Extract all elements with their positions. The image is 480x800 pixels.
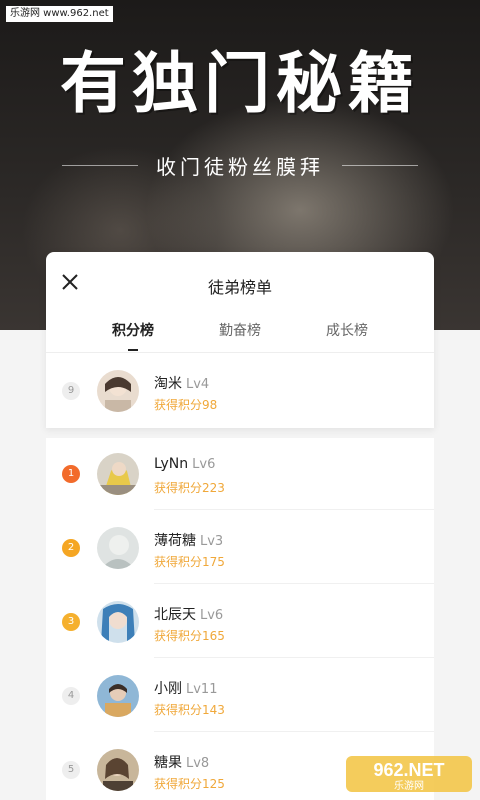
logo-subtext: 乐游网 (394, 779, 424, 792)
rank-badge: 9 (62, 382, 80, 400)
leaderboard-list: 1 LyNn Lv6 获得积分223 2 薄荷糖 Lv3 获得积分175 3 北… (46, 438, 434, 800)
user-score: 获得积分125 (154, 777, 225, 791)
hero-subtitle-row: 收门徒粉丝膜拜 (0, 148, 480, 182)
user-name-line: 北辰天 Lv6 (154, 604, 223, 624)
hero-title: 有独门秘籍 (60, 44, 420, 122)
panel-title: 徒弟榜单 (207, 278, 272, 297)
tab-bar: 积分榜 勤奋榜 成长榜 (46, 312, 434, 352)
list-item[interactable]: 1 LyNn Lv6 获得积分223 (46, 438, 434, 510)
user-name: LyNn (154, 456, 189, 472)
divider-line-left (62, 164, 138, 166)
rank-badge: 3 (62, 613, 80, 631)
user-name: 糖果 (154, 755, 182, 771)
tab-growth[interactable]: 成长榜 (302, 320, 392, 340)
user-score: 获得积分223 (154, 481, 225, 495)
user-name: 淘米 (154, 376, 182, 392)
rank-badge: 1 (62, 465, 80, 483)
user-score: 获得积分165 (154, 629, 225, 643)
panel-header: 徒弟榜单 (46, 252, 434, 312)
list-item[interactable]: 4 小刚 Lv11 获得积分143 (46, 658, 434, 732)
tab-diligence[interactable]: 勤奋榜 (195, 320, 285, 340)
user-level: Lv6 (200, 608, 224, 623)
avatar (97, 370, 139, 412)
user-name: 小刚 (154, 681, 182, 697)
user-name-line: 薄荷糖 Lv3 (154, 530, 223, 550)
avatar (97, 527, 139, 569)
user-level: Lv11 (186, 682, 218, 697)
rank-badge: 2 (62, 539, 80, 557)
site-watermark: 乐游网 www.962.net (6, 6, 113, 22)
user-name-line: 淘米 Lv4 (154, 373, 209, 393)
user-level: Lv3 (200, 534, 224, 549)
user-name-line: 糖果 Lv8 (154, 752, 209, 772)
user-name-line: 小刚 Lv11 (154, 678, 217, 698)
active-tab-indicator (128, 349, 138, 351)
user-score: 获得积分175 (154, 555, 225, 569)
user-name-line: LyNn Lv6 (154, 456, 215, 472)
logo-text: 962.NET (373, 760, 444, 780)
leaderboard-panel: 徒弟榜单 积分榜 勤奋榜 成长榜 9 淘米 Lv4 获得积分98 (46, 252, 434, 428)
avatar (97, 601, 139, 643)
user-name: 薄荷糖 (154, 533, 196, 549)
user-level: Lv6 (192, 457, 216, 472)
user-score: 获得积分143 (154, 703, 225, 717)
hero-subtitle: 收门徒粉丝膜拜 (156, 154, 324, 179)
user-score: 获得积分98 (154, 398, 218, 412)
self-rank-row[interactable]: 9 淘米 Lv4 获得积分98 (46, 353, 434, 427)
user-level: Lv4 (186, 377, 210, 392)
user-name: 北辰天 (154, 607, 196, 623)
divider-line-right (342, 164, 418, 166)
avatar (97, 675, 139, 717)
avatar (97, 453, 139, 495)
rank-badge: 4 (62, 687, 80, 705)
user-level: Lv8 (186, 756, 210, 771)
site-logo-watermark: 962.NET 乐游网 (346, 756, 472, 792)
avatar (97, 749, 139, 791)
rank-badge: 5 (62, 761, 80, 779)
list-item[interactable]: 2 薄荷糖 Lv3 获得积分175 (46, 510, 434, 584)
list-item[interactable]: 3 北辰天 Lv6 获得积分165 (46, 584, 434, 658)
tab-points[interactable]: 积分榜 (88, 320, 178, 340)
